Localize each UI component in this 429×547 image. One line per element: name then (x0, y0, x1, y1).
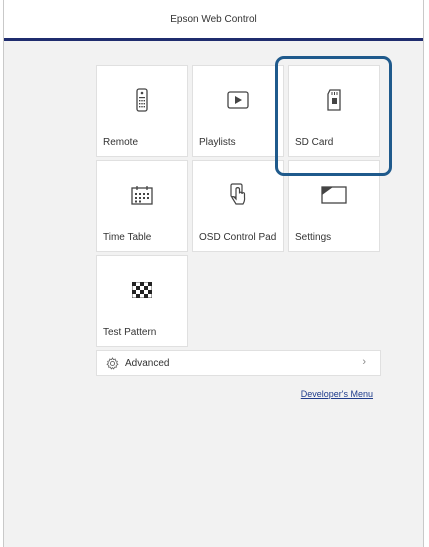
sd-card-label: SD Card (295, 137, 334, 148)
checkerboard-icon (97, 276, 187, 304)
touch-icon (193, 181, 283, 209)
remote-icon (97, 86, 187, 114)
remote-label: Remote (103, 137, 139, 148)
test-pattern-label: Test Pattern (103, 327, 157, 338)
gear-icon (105, 356, 119, 370)
time-table-label: Time Table (103, 232, 152, 243)
chevron-right-icon: › (362, 356, 366, 368)
remote-tile[interactable]: Remote (96, 65, 188, 157)
advanced-label: Advanced (125, 357, 170, 369)
advanced-button[interactable]: Advanced › (96, 350, 381, 376)
sd-card-icon (289, 86, 379, 114)
osd-control-pad-label: OSD Control Pad (199, 232, 277, 243)
osd-control-pad-tile[interactable]: OSD Control Pad (192, 160, 284, 252)
page-title: Epson Web Control (170, 13, 257, 25)
browser-frame: Epson Web Control Remote Playlists SD Ca… (3, 0, 424, 547)
settings-tile[interactable]: Settings (288, 160, 380, 252)
calendar-icon (97, 181, 187, 209)
play-icon (193, 86, 283, 114)
sd-card-tile[interactable]: SD Card (288, 65, 380, 157)
settings-icon (289, 181, 379, 209)
settings-label: Settings (295, 232, 332, 243)
header-bar: Epson Web Control (4, 0, 423, 41)
time-table-tile[interactable]: Time Table (96, 160, 188, 252)
developers-menu-link[interactable]: Developer's Menu (301, 389, 373, 399)
playlists-label: Playlists (199, 137, 236, 148)
test-pattern-tile[interactable]: Test Pattern (96, 255, 188, 347)
playlists-tile[interactable]: Playlists (192, 65, 284, 157)
